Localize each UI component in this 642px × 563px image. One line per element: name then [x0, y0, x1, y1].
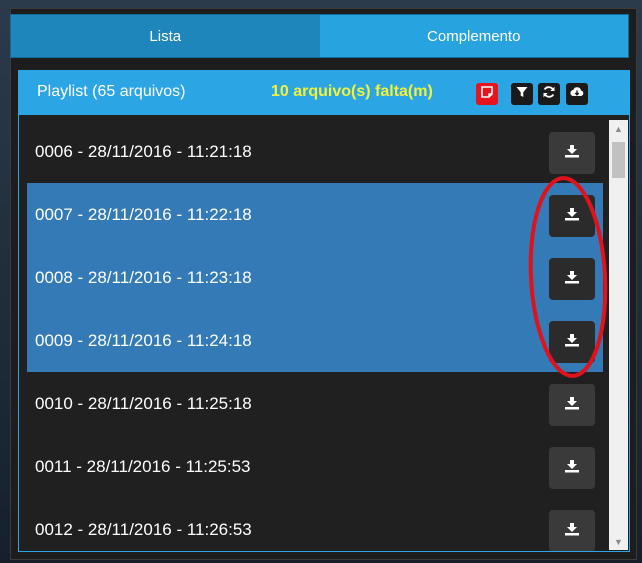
tab-complemento[interactable]: Complemento	[319, 15, 628, 57]
cloud-download-button[interactable]	[566, 83, 588, 105]
filter-button[interactable]	[511, 83, 533, 105]
list-item[interactable]: 0008 - 28/11/2016 - 11:23:18	[27, 246, 603, 309]
playlist-title: Playlist (65 arquivos)	[37, 83, 186, 100]
scroll-up-arrow-icon[interactable]: ▲	[609, 120, 628, 137]
tab-bar: Lista Complemento	[10, 14, 629, 58]
scroll-thumb[interactable]	[612, 142, 625, 178]
download-button[interactable]	[549, 384, 595, 426]
download-icon	[564, 332, 580, 352]
scroll-down-arrow-icon[interactable]: ▼	[609, 533, 628, 550]
list-item[interactable]: 0006 - 28/11/2016 - 11:21:18	[27, 120, 603, 183]
list-item-label: 0006 - 28/11/2016 - 11:21:18	[35, 142, 252, 161]
note-button[interactable]	[476, 83, 498, 105]
list-item-label: 0009 - 28/11/2016 - 11:24:18	[35, 331, 252, 350]
download-button[interactable]	[549, 510, 595, 551]
download-icon	[564, 269, 580, 289]
download-button[interactable]	[549, 447, 595, 489]
download-icon	[564, 206, 580, 226]
app-frame: Lista Complemento Playlist (65 arquivos)…	[0, 0, 642, 563]
download-icon	[564, 521, 580, 541]
refresh-icon	[542, 85, 556, 104]
list-item-label: 0010 - 28/11/2016 - 11:25:18	[35, 394, 252, 413]
list-item-label: 0012 - 28/11/2016 - 11:26:53	[35, 520, 252, 539]
missing-files-count: 10 arquivo(s) falta(m)	[271, 83, 433, 100]
list-item-label: 0007 - 28/11/2016 - 11:22:18	[35, 205, 252, 224]
filter-icon	[515, 85, 529, 104]
download-icon	[564, 458, 580, 478]
tab-lista[interactable]: Lista	[11, 15, 320, 57]
list-item[interactable]: 0010 - 28/11/2016 - 11:25:18	[27, 372, 603, 435]
playlist-panel: Playlist (65 arquivos) 10 arquivo(s) fal…	[18, 70, 630, 552]
download-button[interactable]	[549, 321, 595, 363]
refresh-button[interactable]	[538, 83, 560, 105]
playlist-header: Playlist (65 arquivos) 10 arquivo(s) fal…	[19, 71, 629, 115]
playlist-rows: 0006 - 28/11/2016 - 11:21:18 0007 - 28/1…	[27, 120, 603, 551]
note-icon	[480, 85, 494, 104]
download-button[interactable]	[549, 258, 595, 300]
list-item[interactable]: 0011 - 28/11/2016 - 11:25:53	[27, 435, 603, 498]
download-button[interactable]	[549, 195, 595, 237]
list-item-label: 0011 - 28/11/2016 - 11:25:53	[35, 457, 251, 476]
download-button[interactable]	[549, 132, 595, 174]
list-item-label: 0008 - 28/11/2016 - 11:23:18	[35, 268, 252, 287]
list-item[interactable]: 0009 - 28/11/2016 - 11:24:18	[27, 309, 603, 372]
list-item[interactable]: 0012 - 28/11/2016 - 11:26:53	[27, 498, 603, 551]
download-icon	[564, 143, 580, 163]
cloud-download-icon	[570, 85, 584, 104]
list-item[interactable]: 0007 - 28/11/2016 - 11:22:18	[27, 183, 603, 246]
download-icon	[564, 395, 580, 415]
vertical-scrollbar[interactable]: ▲ ▼	[609, 120, 628, 550]
